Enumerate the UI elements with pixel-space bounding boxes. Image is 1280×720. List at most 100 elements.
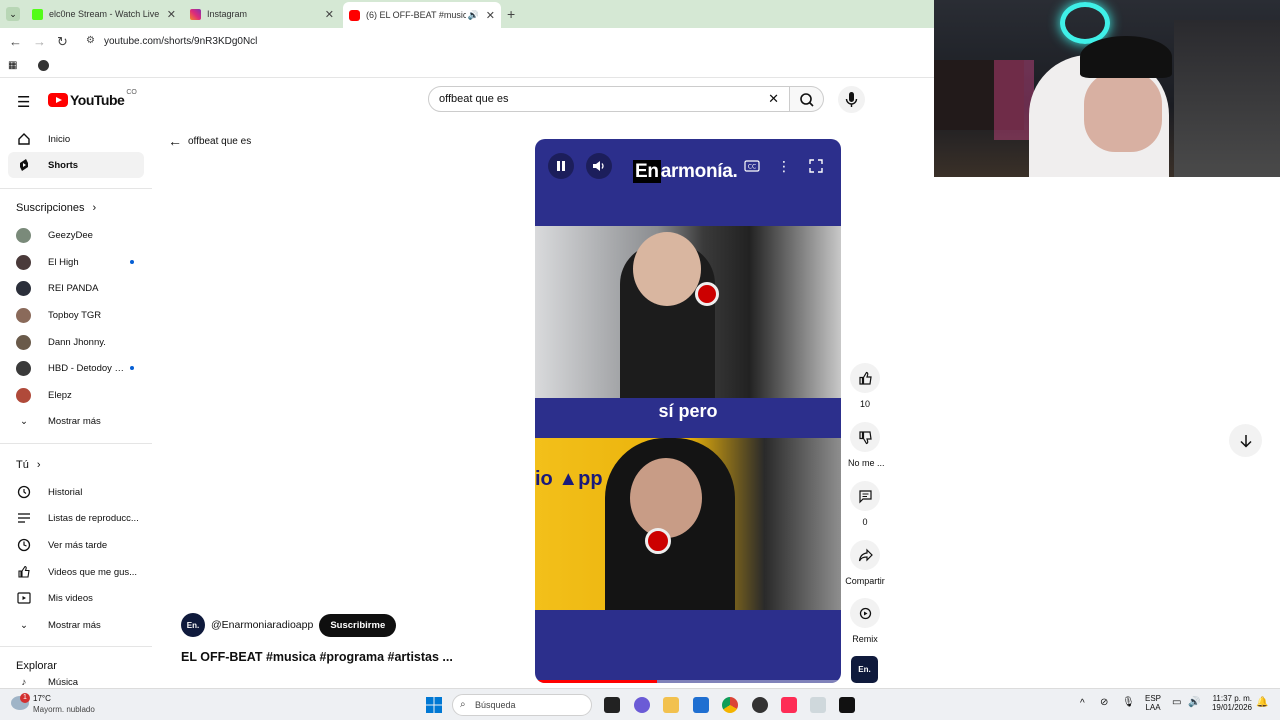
chevron-up-icon[interactable]: ^ (1080, 698, 1085, 709)
tab-search-button[interactable]: ⌄ (6, 7, 20, 21)
copilot-icon[interactable] (634, 697, 650, 713)
explore-title: Explorar (16, 660, 57, 672)
share-button[interactable]: Compartir (842, 540, 888, 586)
remix-button[interactable]: Remix (848, 598, 882, 644)
close-icon[interactable]: ✕ (486, 9, 495, 22)
avatar (16, 280, 31, 296)
channel-name[interactable]: @Enarmoniaradioapp (211, 619, 313, 631)
volume-button[interactable] (586, 153, 612, 179)
microphone-icon (845, 92, 858, 107)
microphone-icon[interactable]: 🎙 (1122, 697, 1135, 708)
site-info-icon[interactable]: ⚙ (86, 35, 95, 46)
display-icon[interactable]: ▭ (1172, 697, 1181, 708)
sidebar-item-historial[interactable]: Historial (8, 479, 144, 505)
avatar (16, 360, 31, 376)
shorts-video-player[interactable]: En armonía. CC ⋮ sí pero io ▲pp (535, 139, 841, 683)
close-icon[interactable]: ✕ (167, 8, 176, 21)
taskbar-search-input[interactable]: ⌕ Búsqueda (452, 694, 592, 716)
youtube-logo[interactable]: YouTube CO (48, 89, 137, 108)
app-icon[interactable] (810, 697, 826, 713)
tab-bar: ⌄ elc0ne Stream - Watch Live on ✕ Instag… (0, 0, 934, 28)
sidebar-sub-hbd-detodoy[interactable]: HBD - Detodoy R... (8, 355, 144, 381)
apps-icon[interactable]: ▦ (8, 60, 17, 71)
captions-button[interactable]: CC (739, 153, 765, 179)
comments-button[interactable]: 0 (848, 481, 882, 527)
back-icon[interactable]: ← (9, 34, 22, 49)
sidebar-sub-elepz[interactable]: Elepz (8, 382, 144, 408)
tab-title: Instagram (207, 9, 248, 19)
notification-bell-icon[interactable]: 🔔 (1256, 697, 1268, 708)
shorts-icon (16, 157, 32, 173)
sidebar-sub-el-high[interactable]: El High (8, 249, 144, 275)
video-subtitle: sí pero (658, 401, 718, 421)
tiktok-icon[interactable] (781, 697, 797, 713)
globe-icon[interactable] (38, 60, 49, 71)
sidebar-item-label: Mostrar más (48, 619, 101, 631)
subscribe-button[interactable]: Suscribirme (319, 613, 397, 637)
sidebar-item-watch-later[interactable]: Ver más tarde (8, 532, 144, 558)
video-progress-bar[interactable] (535, 680, 841, 683)
dislike-button[interactable]: No me ... (848, 422, 885, 468)
close-icon[interactable]: ✕ (325, 8, 334, 21)
sidebar-item-shorts[interactable]: Shorts (8, 152, 144, 178)
sidebar-item-label: Mis videos (48, 592, 93, 604)
fullscreen-button[interactable] (803, 153, 829, 179)
menu-icon[interactable]: ☰ (17, 93, 30, 111)
more-options-icon[interactable]: ⋮ (771, 153, 797, 179)
clear-search-icon[interactable]: ✕ (768, 91, 779, 107)
sidebar-show-more-you[interactable]: ⌄ Mostrar más (8, 612, 144, 638)
captions-icon: CC (744, 160, 760, 172)
video-title[interactable]: EL OFF-BEAT #musica #programa #artistas … (181, 650, 453, 664)
clock[interactable]: 11:37 p. m. 19/01/2026 (1208, 694, 1252, 712)
sidebar-show-more-subs[interactable]: ⌄ Mostrar más (8, 408, 144, 434)
sidebar-item-my-videos[interactable]: Mis videos (8, 585, 144, 611)
like-count: 10 (859, 399, 870, 409)
url-field[interactable]: youtube.com/shorts/9nR3KDg0Ncl (104, 36, 257, 47)
sidebar-item-playlists[interactable]: Listas de reproducc... (8, 505, 144, 531)
chrome-icon[interactable] (722, 697, 738, 713)
new-tab-button[interactable]: + (507, 6, 515, 22)
file-explorer-icon[interactable] (663, 697, 679, 713)
audio-thumbnail[interactable]: En. (851, 656, 878, 683)
notification-badge: 1 (20, 693, 30, 703)
sidebar-item-label: GeezyDee (48, 229, 93, 241)
obs-icon[interactable] (752, 697, 768, 713)
tab-instagram[interactable]: Instagram ✕ (184, 4, 340, 24)
window-background (1174, 20, 1280, 177)
volume-icon (593, 161, 604, 171)
language-indicator[interactable]: ESP LAA (1145, 694, 1161, 712)
reload-icon[interactable]: ↻ (57, 34, 68, 50)
channel-avatar[interactable]: En. (181, 613, 205, 637)
voice-search-button[interactable] (838, 86, 865, 113)
sidebar-item-liked-videos[interactable]: Videos que me gus... (8, 559, 144, 585)
windows-start-icon[interactable] (426, 697, 442, 713)
sidebar-item-inicio[interactable]: Inicio (8, 126, 144, 152)
sidebar-item-musica[interactable]: ♪ Música (8, 677, 144, 688)
sidebar-sub-geezydee[interactable]: GeezyDee (8, 222, 144, 248)
speaker-icon[interactable]: 🔊 (468, 10, 479, 21)
pause-button[interactable] (548, 153, 574, 179)
like-button[interactable]: 10 (848, 363, 882, 409)
tab-kick[interactable]: elc0ne Stream - Watch Live on ✕ (26, 4, 182, 24)
tab-title: elc0ne Stream - Watch Live on (49, 9, 161, 19)
subscriptions-heading[interactable]: Suscripciones › (16, 202, 96, 214)
back-to-search-link[interactable]: ← offbeat que es (168, 133, 251, 149)
sidebar-sub-topboy-tgr[interactable]: Topboy TGR (8, 302, 144, 328)
forward-icon[interactable]: → (33, 34, 46, 49)
search-input[interactable]: offbeat que es ✕ (428, 86, 790, 112)
instagram-favicon-icon (190, 8, 201, 20)
store-icon[interactable] (693, 697, 709, 713)
app-icon[interactable] (839, 697, 855, 713)
weather-temp: 17°C (33, 694, 51, 703)
you-heading[interactable]: Tú › (16, 459, 41, 471)
volume-icon[interactable]: 🔊 (1188, 697, 1200, 708)
next-short-button[interactable] (1229, 424, 1262, 457)
tab-youtube[interactable]: (6) EL OFF-BEAT #musica #p 🔊 ✕ (343, 2, 501, 28)
network-icon[interactable]: ⊘ (1100, 697, 1108, 708)
history-icon (16, 484, 32, 500)
sidebar-sub-dann-jhonny[interactable]: Dann Jhonny. (8, 329, 144, 355)
sidebar-sub-rei-panda[interactable]: REI PANDA (8, 275, 144, 301)
search-button[interactable] (790, 86, 824, 112)
task-view-icon[interactable] (604, 697, 620, 713)
sidebar-item-label: Ver más tarde (48, 539, 108, 551)
